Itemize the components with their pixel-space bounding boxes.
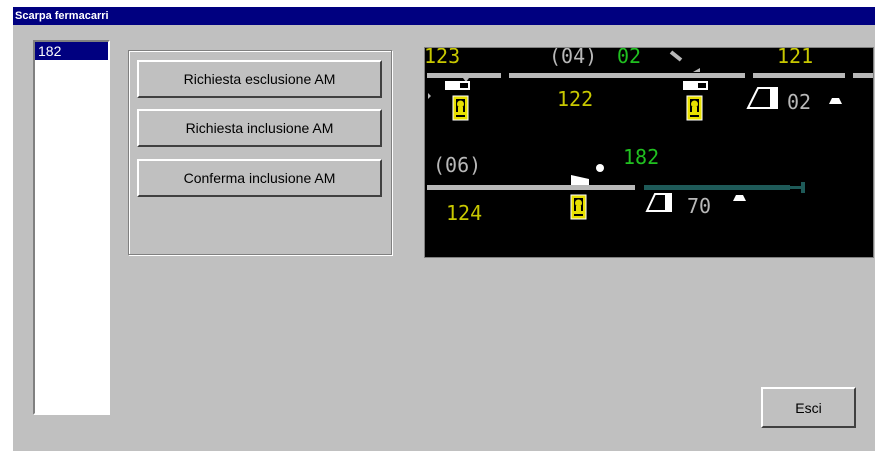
arrow-marker-icon — [428, 93, 431, 99]
signal-yellow-icon — [686, 95, 703, 121]
list-item[interactable]: 182 — [35, 42, 108, 60]
track-label-182: 182 — [623, 145, 659, 169]
confirm-inclusion-button[interactable]: Conferma inclusione AM — [137, 159, 382, 197]
exit-button[interactable]: Esci — [761, 387, 856, 428]
track-label-124: 124 — [446, 201, 482, 225]
track-label-121: 121 — [777, 48, 813, 68]
shoe-indicator-icon — [733, 195, 746, 201]
track-segment — [427, 185, 635, 190]
track-diagram-svg: 123 (04) 02 121 122 02 (06) 182 124 70 — [425, 48, 873, 225]
window-title: Scarpa fermacarri — [13, 7, 875, 25]
track-label-122: 122 — [557, 87, 593, 111]
command-panel: Richiesta esclusione AM Richiesta inclus… — [128, 50, 392, 255]
wheel-stop-icon — [746, 87, 778, 109]
request-inclusion-button[interactable]: Richiesta inclusione AM — [137, 109, 382, 147]
track-segment-occupied — [644, 185, 790, 190]
track-listbox[interactable]: 182 — [33, 40, 110, 415]
track-label-70: 70 — [687, 194, 711, 218]
wheel-stop-icon — [645, 193, 672, 212]
request-exclusion-button[interactable]: Richiesta esclusione AM — [137, 60, 382, 98]
track-label-06: (06) — [433, 153, 481, 177]
signal-yellow-icon — [452, 95, 469, 121]
track-segment — [753, 73, 845, 78]
track-label-02-green: 02 — [617, 48, 641, 68]
main-window: Scarpa fermacarri 182 Richiesta esclusio… — [13, 7, 875, 451]
switch-blade-icon — [669, 50, 683, 62]
shoe-indicator-icon — [829, 98, 842, 104]
status-dot-icon — [596, 164, 604, 172]
track-label-02: 02 — [787, 90, 811, 114]
switch-tip-icon — [693, 68, 700, 72]
track-segment — [853, 73, 873, 78]
shunt-signal-icon — [445, 81, 470, 90]
track-label-04: (04) — [549, 48, 597, 68]
track-segment — [427, 73, 501, 78]
track-diagram: 123 (04) 02 121 122 02 (06) 182 124 70 — [424, 47, 874, 258]
signal-yellow-icon — [570, 194, 587, 220]
shunt-signal-icon — [683, 81, 708, 90]
track-label-123: 123 — [425, 48, 460, 68]
track-end — [790, 186, 801, 189]
track-segment — [509, 73, 745, 78]
wheel-stop-shoe-icon — [571, 175, 589, 185]
buffer-stop-icon — [801, 182, 805, 193]
